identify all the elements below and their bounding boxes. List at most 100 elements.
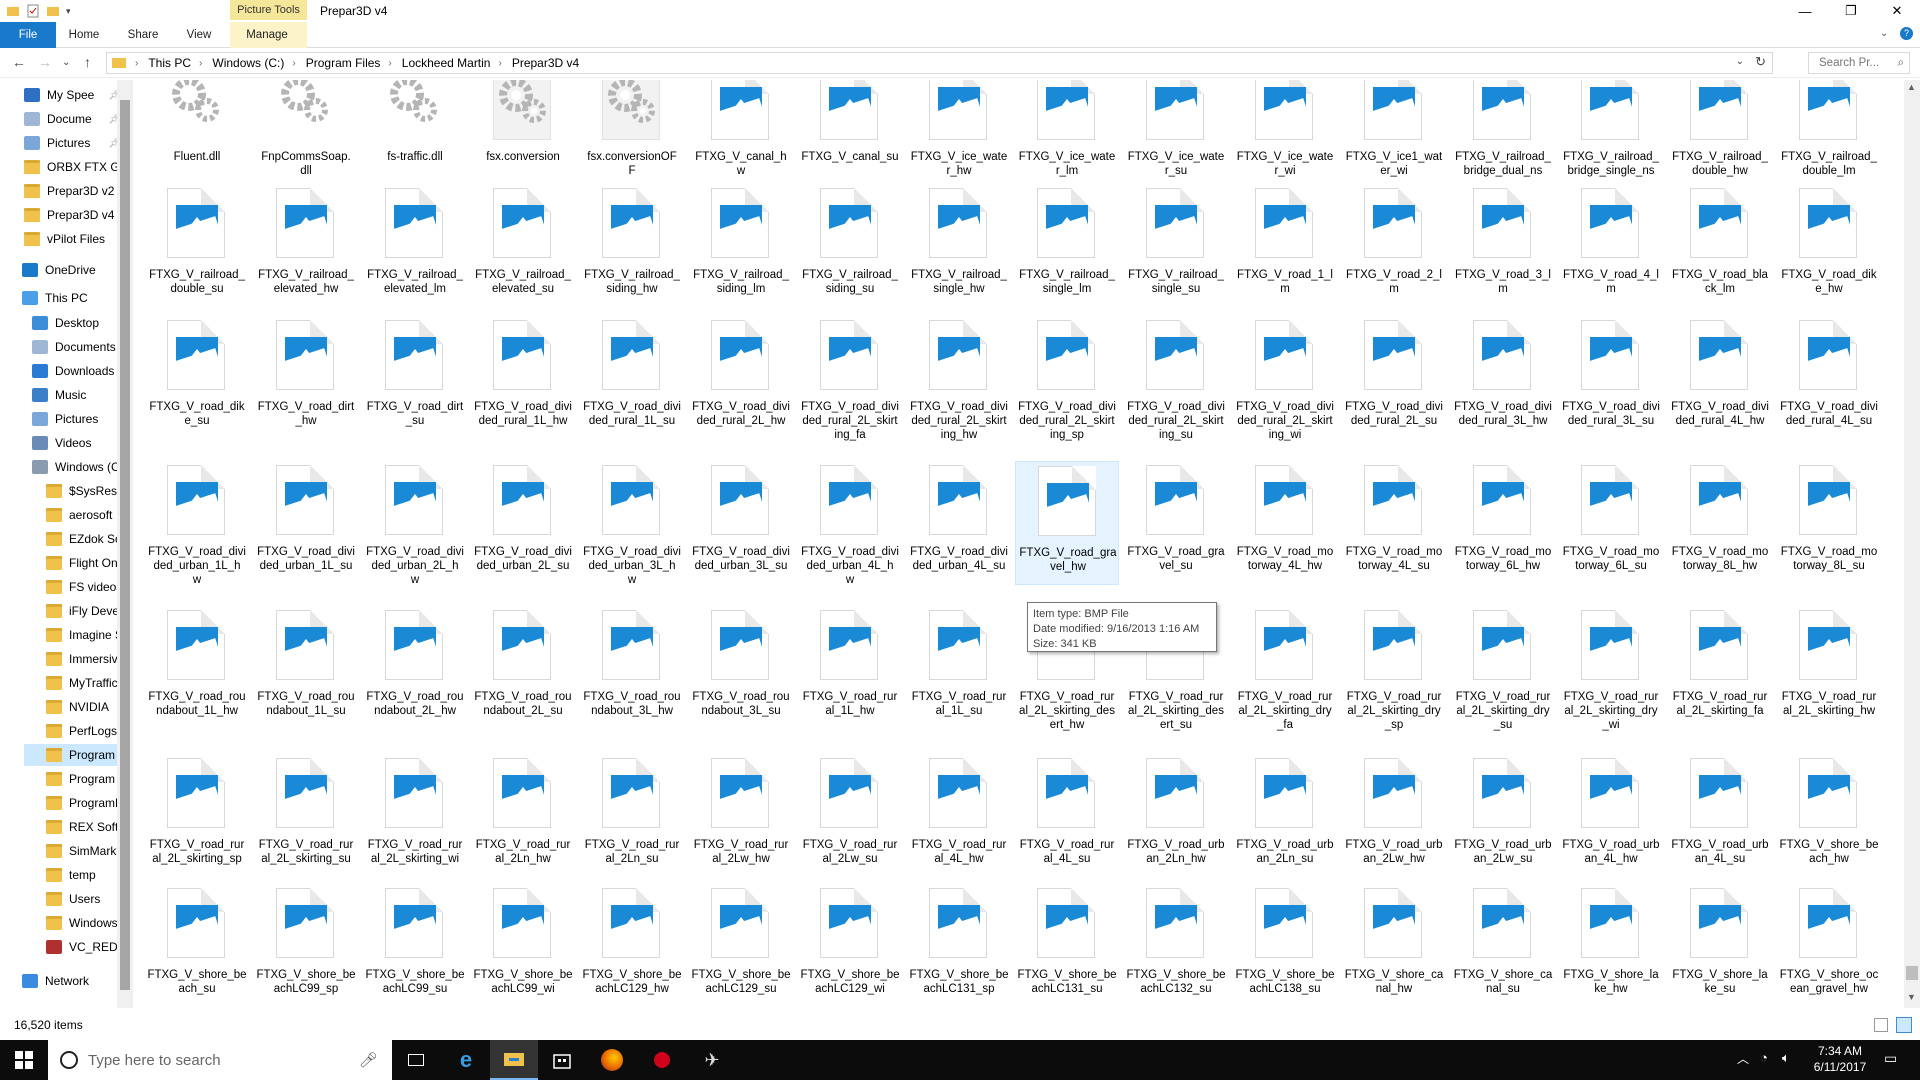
- file-item[interactable]: FTXG_V_road_urb an_2Lw_hw: [1342, 754, 1446, 878]
- file-item[interactable]: Fluent.dll: [145, 80, 249, 190]
- show-hidden-icons-icon[interactable]: ︿: [1737, 1050, 1749, 1067]
- app-button-red[interactable]: [638, 1040, 686, 1080]
- file-item[interactable]: FTXG_V_road_rur al_2L_skirting_dry _fa: [1233, 606, 1337, 731]
- file-item[interactable]: FTXG_V_road_mo torway_8L_su: [1777, 461, 1881, 585]
- file-item[interactable]: FTXG_V_road_rur al_2L_skirting_sp: [145, 754, 249, 878]
- file-item[interactable]: FTXG_V_shore_oc ean_gravel_hw: [1777, 884, 1881, 1008]
- back-arrow-icon[interactable]: ←: [12, 54, 26, 70]
- navigation-scrollbar[interactable]: [117, 80, 133, 1008]
- file-item[interactable]: FTXG_V_road_gra vel_su: [1124, 461, 1228, 585]
- sidebar-item[interactable]: OneDrive: [0, 259, 120, 281]
- file-item[interactable]: FTXG_V_road_mo torway_6L_hw: [1451, 461, 1555, 585]
- file-item[interactable]: FTXG_V_shore_be achLC131_sp: [907, 884, 1011, 1008]
- file-item[interactable]: FTXG_V_railroad_ elevated_su: [471, 184, 575, 308]
- file-item[interactable]: FTXG_V_road_divi ded_rural_2L_su: [1342, 316, 1446, 440]
- store-button[interactable]: [538, 1040, 586, 1080]
- file-item[interactable]: FTXG_V_railroad_ elevated_lm: [363, 184, 467, 308]
- properties-icon[interactable]: [26, 4, 40, 18]
- file-item[interactable]: FTXG_V_road_rou ndabout_3L_hw: [580, 606, 684, 730]
- refresh-icon[interactable]: ↻: [1755, 54, 1766, 70]
- file-item[interactable]: FTXG_V_ice_wate r_hw: [907, 80, 1011, 190]
- file-item[interactable]: FTXG_V_road_dirt _su: [363, 316, 467, 440]
- close-button[interactable]: ✕: [1874, 0, 1920, 22]
- file-item[interactable]: FTXG_V_road_rur al_2Ln_su: [580, 754, 684, 878]
- file-item[interactable]: FTXG_V_road_urb an_4L_hw: [1559, 754, 1663, 878]
- file-item[interactable]: FTXG_V_road_rur al_2L_skirting_dry _su: [1451, 606, 1555, 731]
- file-item[interactable]: FTXG_V_ice_wate r_lm: [1015, 80, 1119, 190]
- file-item[interactable]: FTXG_V_road_divi ded_rural_4L_su: [1777, 316, 1881, 440]
- file-item[interactable]: FTXG_V_shore_be achLC131_su: [1015, 884, 1119, 1008]
- tab-file[interactable]: File: [0, 22, 56, 48]
- breadcrumb-lockheed-martin[interactable]: Lockheed Martin: [402, 56, 491, 70]
- file-item[interactable]: FTXG_V_road_divi ded_rural_2L_hw: [689, 316, 793, 440]
- forward-arrow-icon[interactable]: →: [38, 54, 52, 70]
- file-item[interactable]: FTXG_V_road_urb an_2Ln_su: [1233, 754, 1337, 878]
- file-item[interactable]: FTXG_V_road_rou ndabout_1L_su: [254, 606, 358, 730]
- file-item[interactable]: FTXG_V_shore_la ke_hw: [1559, 884, 1663, 1008]
- tab-home[interactable]: Home: [62, 22, 106, 48]
- tab-view[interactable]: View: [176, 22, 222, 48]
- file-item[interactable]: FTXG_V_road_urb an_2Lw_su: [1451, 754, 1555, 878]
- minimize-button[interactable]: —: [1782, 0, 1828, 22]
- file-item[interactable]: FTXG_V_railroad_ elevated_hw: [254, 184, 358, 308]
- file-item[interactable]: FTXG_V_shore_be ach_hw: [1777, 754, 1881, 878]
- taskbar-search-box[interactable]: Type here to search 🎤︎: [48, 1040, 392, 1080]
- file-item[interactable]: FTXG_V_road_divi ded_rural_2L_skirt ing_hw: [907, 316, 1011, 441]
- expand-ribbon-icon[interactable]: ⌄: [1880, 28, 1888, 39]
- sidebar-item[interactable]: Music: [10, 384, 130, 406]
- file-item[interactable]: FTXG_V_road_divi ded_rural_3L_hw: [1451, 316, 1555, 440]
- sidebar-item[interactable]: ORBX FTX G: [2, 156, 122, 178]
- file-item[interactable]: FTXG_V_road_mo torway_4L_hw: [1233, 461, 1337, 585]
- file-item[interactable]: FTXG_V_road_rur al_2L_skirting_fa: [1668, 606, 1772, 730]
- file-item[interactable]: FTXG_V_road_rur al_1L_su: [907, 606, 1011, 730]
- file-item[interactable]: FTXG_V_road_divi ded_urban_1L_h w: [145, 461, 249, 586]
- file-item[interactable]: FTXG_V_railroad_ single_su: [1124, 184, 1228, 308]
- action-center-icon[interactable]: ▭: [1884, 1050, 1897, 1067]
- new-folder-icon[interactable]: [46, 4, 60, 18]
- file-item[interactable]: FTXG_V_road_mo torway_8L_hw: [1668, 461, 1772, 585]
- sidebar-item[interactable]: Documents: [10, 336, 130, 358]
- file-item[interactable]: FTXG_V_shore_be achLC99_su: [363, 884, 467, 1008]
- file-item[interactable]: FTXG_V_road_mo torway_6L_su: [1559, 461, 1663, 585]
- address-bar[interactable]: › This PC › Windows (C:) › Program Files…: [106, 52, 1773, 74]
- file-item[interactable]: FTXG_V_road_divi ded_rural_3L_su: [1559, 316, 1663, 440]
- file-item[interactable]: FTXG_V_road_divi ded_rural_2L_skirt ing_wi: [1233, 316, 1337, 441]
- file-item[interactable]: FTXG_V_shore_be achLC129_su: [689, 884, 793, 1008]
- file-item[interactable]: FTXG_V_road_rur al_4L_su: [1015, 754, 1119, 878]
- file-item[interactable]: FTXG_V_road_gra vel_hw: [1015, 461, 1119, 585]
- breadcrumb-this-pc[interactable]: This PC: [148, 56, 191, 70]
- microphone-icon[interactable]: 🎤︎: [359, 1051, 378, 1069]
- file-item[interactable]: FTXG_V_shore_be achLC129_wi: [798, 884, 902, 1008]
- file-item[interactable]: FTXG_V_road_rur al_2Lw_su: [798, 754, 902, 878]
- file-item[interactable]: FTXG_V_road_divi ded_urban_1L_su: [254, 461, 358, 585]
- sidebar-item[interactable]: Prepar3D v2: [2, 180, 122, 202]
- file-item[interactable]: FTXG_V_road_dik e_su: [145, 316, 249, 440]
- sidebar-item[interactable]: Pictures: [10, 408, 130, 430]
- file-item[interactable]: FTXG_V_road_rur al_2L_skirting_su: [254, 754, 358, 878]
- sidebar-item[interactable]: This PC: [0, 287, 120, 309]
- file-item[interactable]: FTXG_V_road_rur al_2Ln_hw: [471, 754, 575, 878]
- file-item[interactable]: FTXG_V_railroad_ double_lm: [1777, 80, 1881, 190]
- file-item[interactable]: FTXG_V_ice_wate r_wi: [1233, 80, 1337, 190]
- file-list-scrollbar[interactable]: ▲ ▼: [1904, 80, 1920, 1008]
- file-item[interactable]: FTXG_V_ice1_wat er_wi: [1342, 80, 1446, 190]
- file-item[interactable]: FTXG_V_road_divi ded_rural_1L_su: [580, 316, 684, 440]
- sidebar-item[interactable]: Desktop: [10, 312, 130, 334]
- file-item[interactable]: FTXG_V_railroad_ bridge_dual_ns: [1451, 80, 1555, 190]
- file-item[interactable]: fs-traffic.dll: [363, 80, 467, 190]
- file-list-scrollbar-thumb[interactable]: [1906, 966, 1918, 980]
- file-item[interactable]: FTXG_V_road_urb an_4L_su: [1668, 754, 1772, 878]
- file-item[interactable]: fsx.conversionOF F: [580, 80, 684, 190]
- file-item[interactable]: FTXG_V_road_1_l m: [1233, 184, 1337, 308]
- breadcrumb-windows-c[interactable]: Windows (C:): [212, 56, 284, 70]
- file-item[interactable]: FTXG_V_shore_be ach_su: [145, 884, 249, 1008]
- file-item[interactable]: FTXG_V_shore_ca nal_hw: [1342, 884, 1446, 1008]
- flight-sim-button[interactable]: ✈︎: [688, 1040, 736, 1080]
- file-item[interactable]: FTXG_V_road_divi ded_rural_1L_hw: [471, 316, 575, 440]
- recent-locations-icon[interactable]: ⌄: [62, 57, 70, 68]
- file-item[interactable]: FTXG_V_road_rur al_2L_skirting_wi: [363, 754, 467, 878]
- up-arrow-icon[interactable]: ↑: [84, 54, 91, 70]
- file-item[interactable]: FTXG_V_road_divi ded_urban_4L_su: [907, 461, 1011, 585]
- file-item[interactable]: FTXG_V_road_divi ded_urban_3L_su: [689, 461, 793, 585]
- sidebar-item[interactable]: Docume 📌︎: [2, 108, 122, 130]
